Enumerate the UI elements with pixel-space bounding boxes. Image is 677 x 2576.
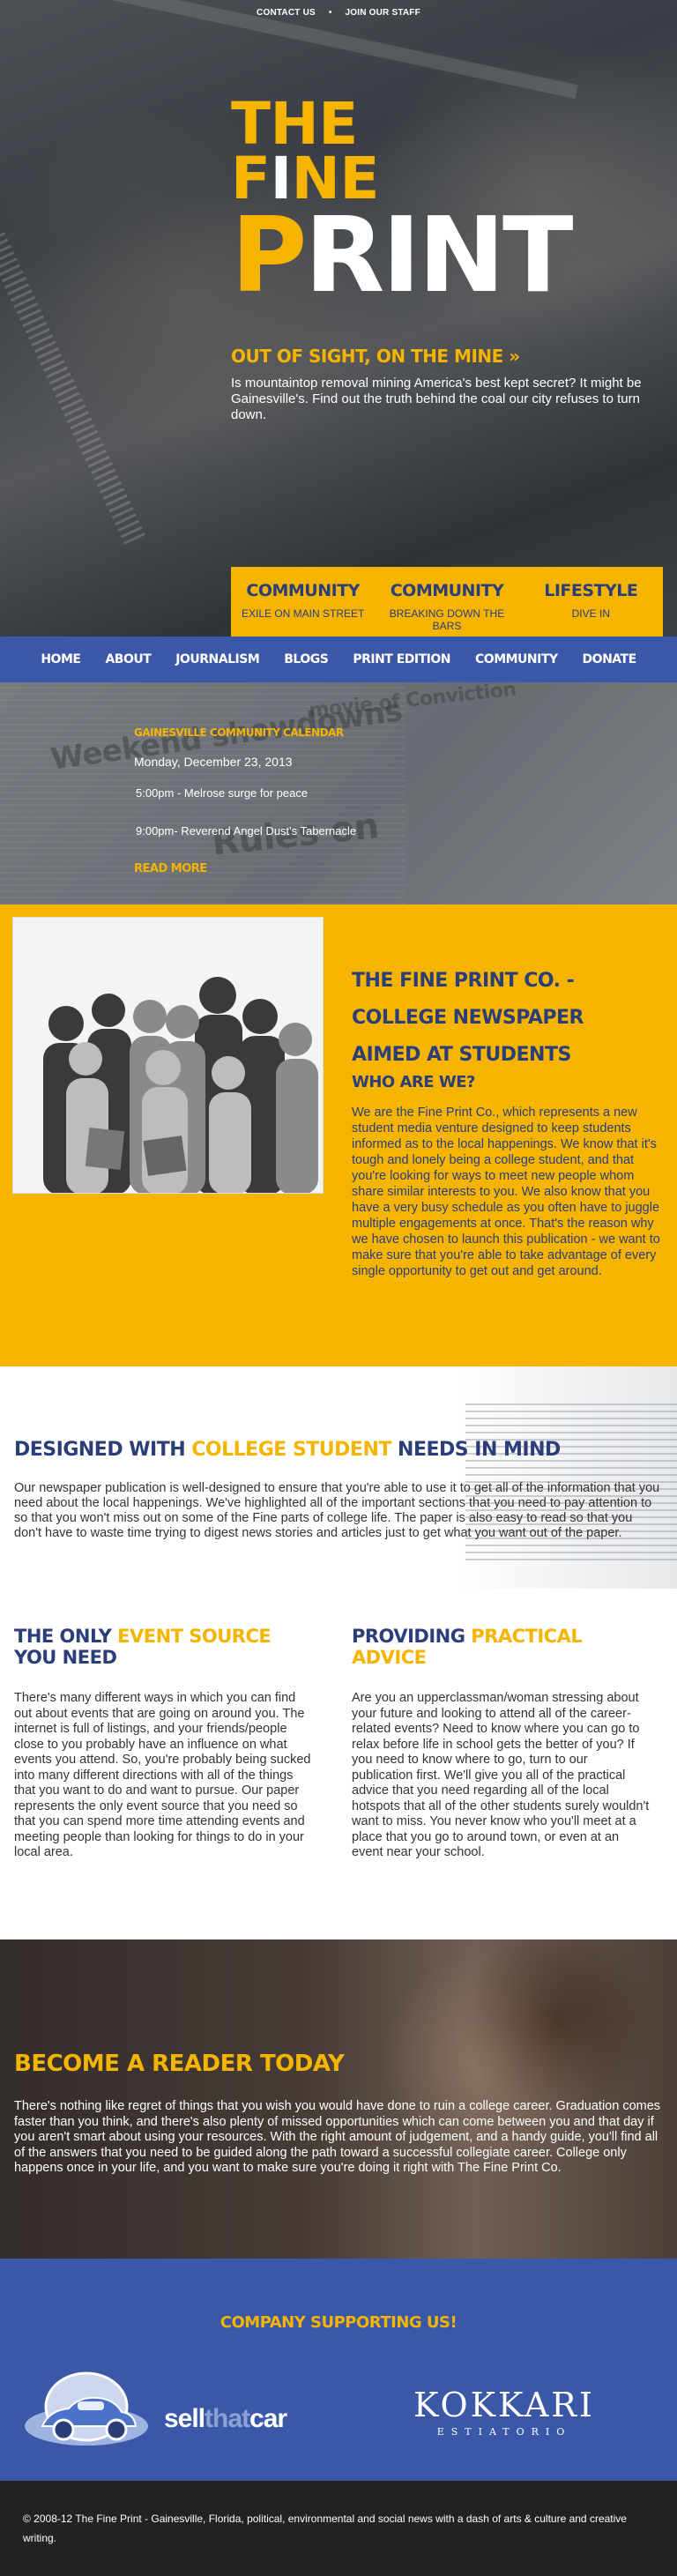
nav-donate[interactable]: DONATE [570,652,649,666]
site-footer: © 2008-12 The Fine Print - Gainesville, … [0,2481,677,2576]
category-item[interactable]: COMMUNITY EXILE ON MAIN STREET [231,567,375,637]
community-calendar: Weekend showdowns Rules on movie of Conv… [0,682,677,905]
title-highlight: EVENT SOURCE [117,1626,272,1647]
students-group-image [13,918,323,1193]
title-text: THE ONLY [14,1626,118,1647]
about-section: THE FINE PRINT CO. - COLLEGE NEWSPAPER A… [0,905,677,1366]
featured-story-description: Is mountaintop removal mining America's … [231,376,642,422]
category-item[interactable]: LIFESTYLE DIVE IN [519,567,663,637]
designed-section: DESIGNED WITH COLLEGE STUDENT NEEDS IN M… [0,1366,677,1589]
title-text: PROVIDING [352,1626,472,1647]
join-staff-link[interactable]: JOIN OUR STAFF [346,8,420,18]
title-highlight: COLLEGE STUDENT [191,1439,391,1461]
about-subtitle: WHO ARE WE? [352,1073,475,1091]
logo-text: P [231,194,308,316]
event-source-text: There's many different ways in which you… [14,1691,311,1859]
logo-line-1: THE FINE [231,95,504,208]
category-subtitle: EXILE ON MAIN STREET [241,607,365,620]
contact-link[interactable]: CONTACT US [257,8,316,18]
calendar-title: GAINESVILLE COMMUNITY CALENDAR [134,726,344,739]
wordmark-text: car [249,2404,287,2433]
category-bar: COMMUNITY EXILE ON MAIN STREET COMMUNITY… [231,567,663,637]
title-text: NEEDS IN MIND [391,1439,561,1461]
main-nav: HOME ABOUT JOURNALISM BLOGS PRINT EDITIO… [0,637,677,682]
sponsors-section: COMPANY SUPPORTING US! sellthatcar KOKKA… [0,2259,677,2481]
students-photo [12,917,324,1194]
logo-text: RINT [304,194,573,316]
footer-copyright: © 2008-12 The Fine Print - Gainesville, … [23,2513,627,2544]
event-source-title: THE ONLY EVENT SOURCE YOU NEED [14,1626,314,1668]
logo-line-2: PRINT [231,203,574,307]
top-nav: CONTACT US • JOIN OUR STAFF [0,8,677,18]
read-more-link[interactable]: READ MORE [134,862,356,875]
nav-about[interactable]: ABOUT [93,652,163,666]
nav-print-edition[interactable]: PRINT EDITION [340,652,463,666]
car-badge-icon [25,2371,148,2446]
site-logo[interactable]: THE FINE PRINT [231,95,574,308]
nav-home[interactable]: HOME [28,652,93,666]
event-source-column: THE ONLY EVENT SOURCE YOU NEED There's m… [14,1626,314,1861]
designed-title: DESIGNED WITH COLLEGE STUDENT NEEDS IN M… [14,1439,561,1461]
calendar-content: GAINESVILLE COMMUNITY CALENDAR Monday, D… [134,726,356,875]
separator: • [328,8,332,18]
info-columns: THE ONLY EVENT SOURCE YOU NEED There's m… [0,1589,677,1939]
sponsors-title: COMPANY SUPPORTING US! [219,2313,458,2332]
reader-text: There's nothing like regret of things th… [14,2099,661,2175]
wordmark-text: sell [164,2404,205,2433]
kokkari-subtitle: ESTIATORIO [436,2426,572,2438]
calendar-date: Monday, December 23, 2013 [134,755,293,769]
about-title: THE FINE PRINT CO. - COLLEGE NEWSPAPER A… [352,970,584,1066]
calendar-event[interactable]: 9:00pm- Reverend Angel Dust's Tabernacle [134,824,356,838]
wordmark-text: that [205,2404,250,2433]
category-title: COMMUNITY [246,581,360,600]
sponsor-logo-sellthatcar[interactable]: sellthatcar [23,2371,323,2460]
featured-story-title[interactable]: OUT OF SIGHT, ON THE MINE » [231,346,663,367]
nav-journalism[interactable]: JOURNALISM [163,652,272,666]
sellthatcar-wordmark: sellthatcar [164,2404,287,2434]
practical-advice-title: PROVIDING PRACTICAL ADVICE [352,1626,651,1668]
kokkari-wordmark: KOKKARI [413,2386,595,2424]
category-item[interactable]: COMMUNITY BREAKING DOWN THE BARS [375,567,518,637]
hero-section: CONTACT US • JOIN OUR STAFF THE FINE PRI… [0,0,677,637]
about-text: We are the Fine Print Co., which represe… [352,1106,660,1278]
featured-story: OUT OF SIGHT, ON THE MINE » Is mountaint… [231,346,663,423]
nav-community[interactable]: COMMUNITY [463,652,570,666]
designed-text: Our newspaper publication is well-design… [14,1481,660,1540]
nav-blogs[interactable]: BLOGS [272,652,340,666]
newspaper-image [307,1366,677,1589]
reader-title: BECOME A READER TODAY [14,2051,345,2077]
category-subtitle: DIVE IN [571,607,610,620]
category-title: COMMUNITY [390,581,504,600]
practical-advice-text: Are you an upperclassman/woman stressing… [352,1691,650,1859]
become-reader-section: BECOME A READER TODAY There's nothing li… [0,1939,677,2259]
category-subtitle: BREAKING DOWN THE BARS [389,607,505,632]
title-text: YOU NEED [14,1647,117,1668]
sponsor-logo-kokkari[interactable]: KOKKARI ESTIATORIO [372,2386,636,2438]
title-text: DESIGNED WITH [14,1439,192,1461]
calendar-event[interactable]: 5:00pm - Melrose surge for peace [134,786,356,800]
practical-advice-column: PROVIDING PRACTICAL ADVICE Are you an up… [352,1626,651,1861]
category-title: LIFESTYLE [544,581,638,600]
